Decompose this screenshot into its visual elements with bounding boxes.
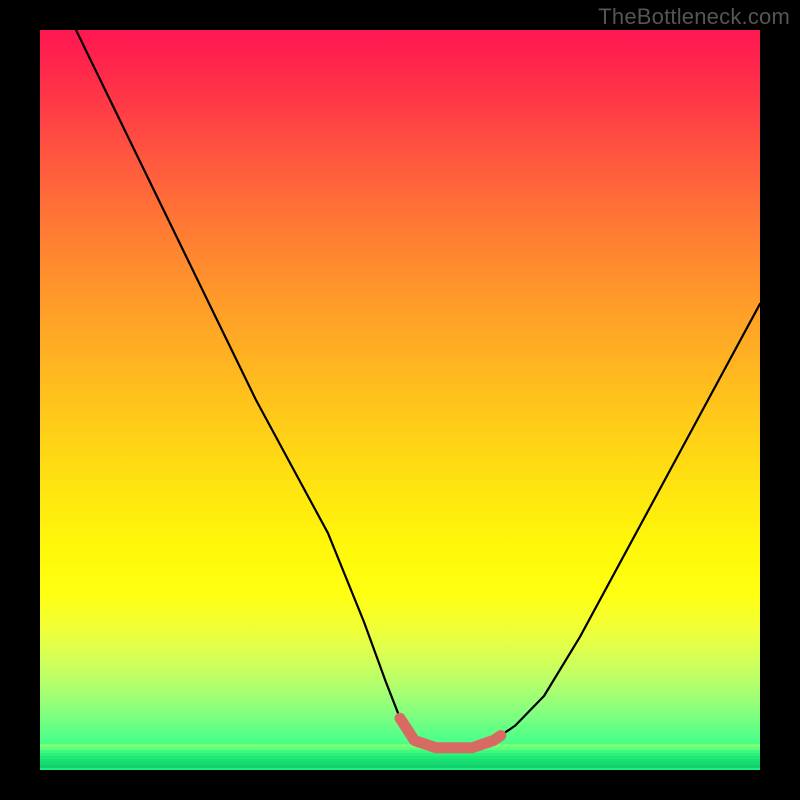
curve-layer	[40, 30, 760, 770]
plot-area	[40, 30, 760, 770]
chart-frame: TheBottleneck.com	[0, 0, 800, 800]
highlight-band	[400, 718, 501, 748]
watermark-text: TheBottleneck.com	[598, 4, 790, 30]
bottleneck-curve	[76, 30, 760, 748]
